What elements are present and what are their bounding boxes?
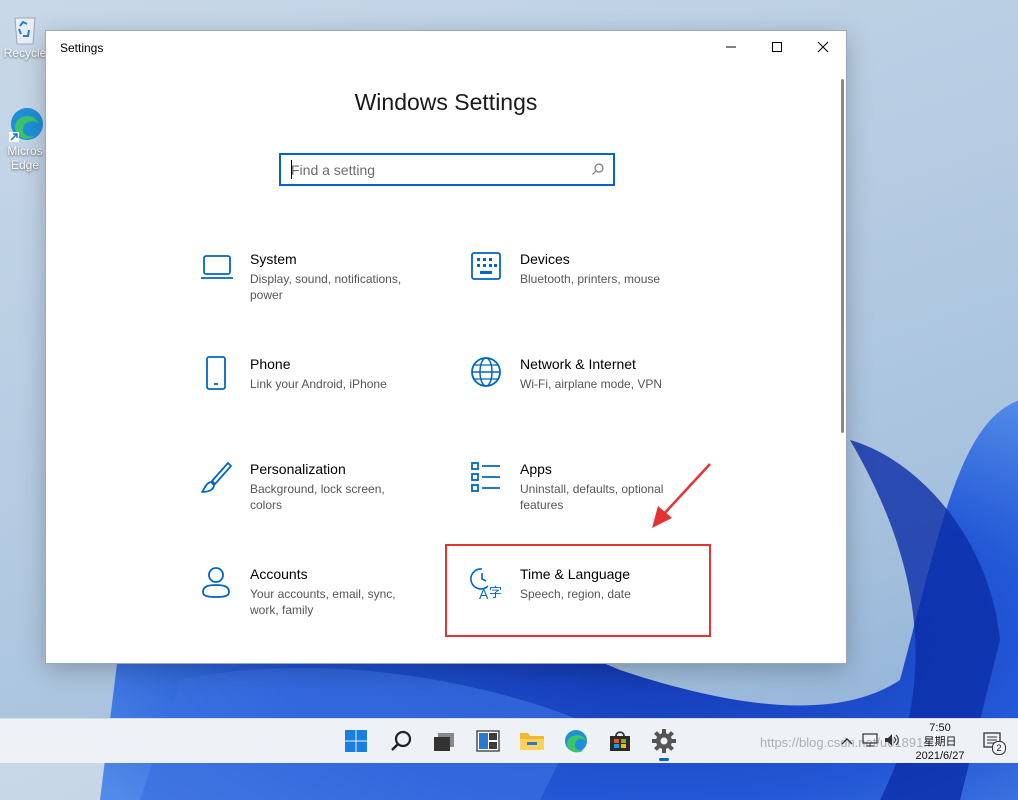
tile-accounts[interactable]: Accounts Your accounts, email, sync, wor… — [200, 566, 430, 626]
paintbrush-icon — [201, 462, 232, 493]
tile-description: Bluetooth, printers, mouse — [520, 272, 661, 286]
task-view-button[interactable] — [428, 725, 460, 757]
person-icon — [202, 567, 230, 598]
tile-title: Network & Internet — [520, 356, 636, 372]
tile-description: Wi-Fi, airplane mode, VPN — [520, 377, 663, 391]
tile-personalization[interactable]: Personalization Background, lock screen,… — [200, 461, 430, 512]
minimize-icon — [726, 46, 736, 48]
search-input[interactable] — [281, 155, 581, 184]
search-box[interactable] — [279, 153, 615, 186]
notification-count-badge: 2 — [992, 741, 1006, 755]
desktop-icon-label: Recycle — [3, 46, 47, 60]
task-view-icon — [434, 733, 454, 751]
file-explorer-button[interactable] — [516, 725, 548, 757]
globe-icon — [471, 357, 501, 387]
phone-icon — [206, 356, 226, 390]
tile-title: System — [250, 251, 297, 267]
chevron-up-icon[interactable] — [840, 735, 854, 747]
edge-icon — [9, 108, 43, 142]
edge-icon — [565, 730, 587, 753]
vertical-scrollbar[interactable] — [841, 79, 844, 433]
minimize-button[interactable] — [708, 31, 754, 63]
close-button[interactable] — [800, 31, 846, 63]
store-bag-icon — [610, 731, 630, 751]
tile-description: Background, lock screen, colors — [250, 482, 385, 512]
laptop-icon — [201, 255, 233, 279]
tile-title: Phone — [250, 356, 291, 372]
tile-description: Display, sound, notifications, power — [250, 272, 402, 302]
tile-devices[interactable]: Devices Bluetooth, printers, mouse — [470, 251, 700, 311]
apps-list-icon — [471, 462, 500, 492]
clock-date: 2021/6/27 — [915, 750, 965, 762]
taskbar: https://blog.csdn.net/u01891... 7:50 星期日… — [0, 718, 1018, 763]
gear-icon — [652, 729, 676, 753]
clock-time: 7:50 — [929, 722, 951, 734]
maximize-button[interactable] — [754, 31, 800, 63]
folder-icon — [520, 733, 544, 750]
close-icon — [817, 41, 829, 53]
search-icon — [391, 730, 412, 751]
tile-title: Apps — [520, 461, 552, 477]
highlight-box — [445, 544, 711, 637]
tile-description: Your accounts, email, sync, work, family — [250, 587, 396, 617]
widgets-icon — [476, 730, 500, 752]
desktop-icon-edge[interactable]: Micros Edge — [0, 104, 50, 172]
start-button[interactable] — [340, 725, 372, 757]
widgets-button[interactable] — [472, 725, 504, 757]
network-icon[interactable] — [862, 733, 878, 747]
tile-title: Accounts — [250, 566, 308, 582]
clock-day: 星期日 — [923, 736, 957, 748]
desktop-icon-label: Edge — [10, 158, 40, 172]
tile-phone[interactable]: Phone Link your Android, iPhone — [200, 356, 430, 406]
tile-system[interactable]: System Display, sound, notifications, po… — [200, 251, 430, 311]
store-button[interactable] — [604, 725, 636, 757]
text-caret — [291, 160, 292, 179]
search-icon — [592, 163, 604, 175]
recycle-bin-icon — [14, 17, 36, 45]
title-bar[interactable]: Settings — [46, 31, 846, 63]
page-title: Windows Settings — [354, 89, 538, 115]
tile-title: Personalization — [250, 461, 346, 477]
settings-taskbar-button[interactable] — [648, 725, 680, 761]
clock[interactable]: 7:50 星期日 2021/6/27 — [905, 721, 975, 763]
tile-network[interactable]: Network & Internet Wi-Fi, airplane mode,… — [470, 356, 700, 406]
window-title: Settings — [60, 41, 104, 55]
windows-logo-icon — [345, 730, 367, 752]
tile-description: Link your Android, iPhone — [250, 377, 387, 391]
desktop-icon-recycle-bin[interactable]: Recycle — [0, 12, 50, 60]
volume-icon[interactable] — [884, 733, 900, 747]
tile-title: Devices — [520, 251, 570, 267]
keyboard-icon — [471, 252, 501, 280]
notification-center-button[interactable]: 2 — [982, 731, 1006, 755]
maximize-icon — [772, 42, 782, 52]
desktop-icon-label: Micros — [7, 144, 43, 158]
edge-taskbar-button[interactable] — [560, 725, 592, 757]
taskbar-search-button[interactable] — [385, 725, 417, 757]
red-arrow-icon — [652, 463, 711, 528]
